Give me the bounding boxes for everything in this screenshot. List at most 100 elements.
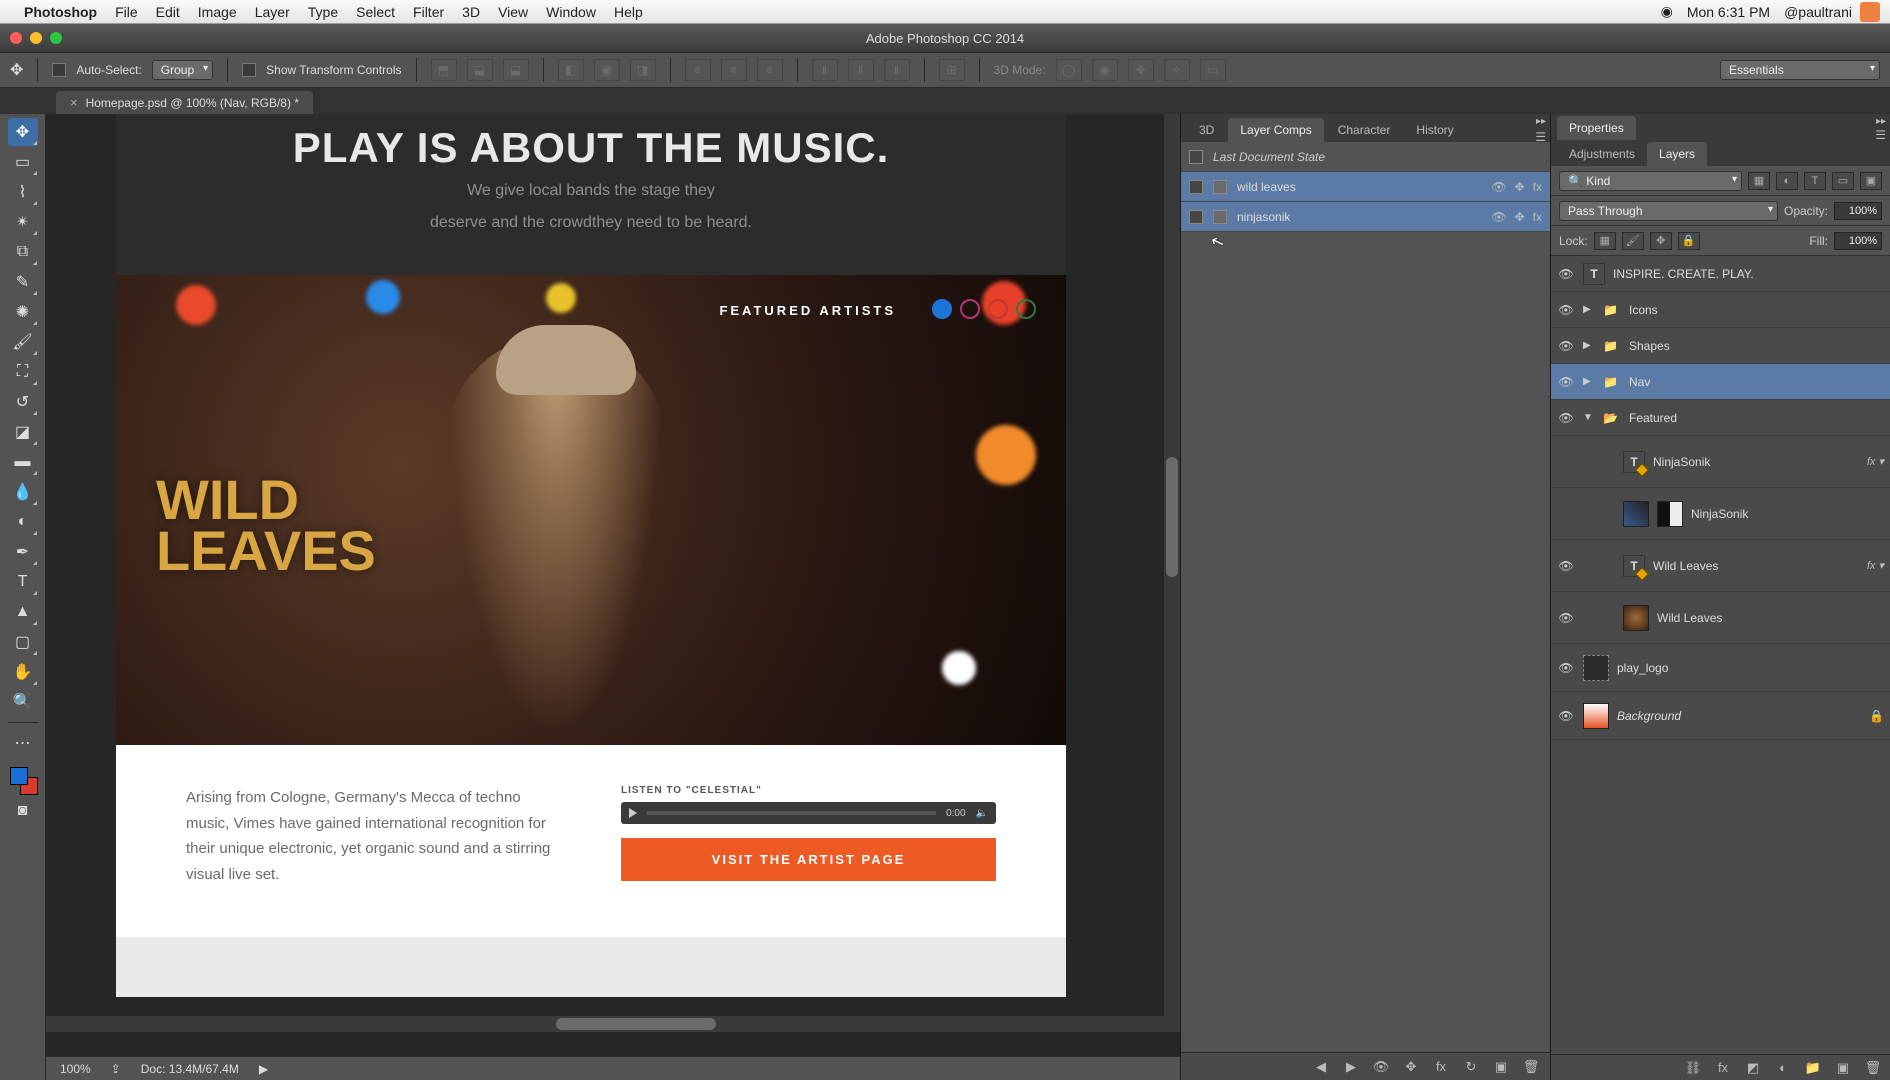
menu-edit[interactable]: Edit [156,4,180,20]
auto-select-mode-dropdown[interactable]: Group [152,60,213,80]
blur-tool[interactable]: 💧 [8,478,38,506]
group-disclosure-icon[interactable]: ▶ [1583,304,1595,315]
layer-comp-row[interactable]: wild leaves 👁✥fx [1181,172,1550,202]
hand-tool[interactable]: ✋ [8,658,38,686]
layer-style-icon[interactable]: fx [1714,1060,1732,1076]
artist-dot-3[interactable] [988,299,1008,319]
layer-row[interactable]: 👁 T Wild Leaves fx ▾ [1551,540,1890,592]
auto-select-checkbox[interactable] [52,63,66,77]
layer-comp-apply-checkbox[interactable] [1189,150,1203,164]
menubar-user[interactable]: @paultrani [1784,4,1852,20]
lasso-tool[interactable]: ⌇ [8,178,38,206]
audio-progress-track[interactable] [647,811,936,815]
layer-visibility-icon[interactable]: 👁 [1557,661,1575,675]
filter-pixel-icon[interactable]: ▦ [1748,172,1770,190]
lock-transparency-icon[interactable]: ▦ [1594,232,1616,250]
opacity-input[interactable] [1834,202,1882,220]
document-canvas[interactable]: PLAY IS ABOUT THE MUSIC. We give local b… [116,114,1066,997]
lock-pixels-icon[interactable]: 🖌 [1622,232,1644,250]
menu-window[interactable]: Window [546,4,596,20]
prev-comp-icon[interactable]: ◀ [1312,1059,1330,1075]
3d-roll-icon[interactable]: ◉ [1092,59,1118,81]
layer-row[interactable]: 👁 Wild Leaves [1551,592,1890,644]
canvas-horizontal-scrollbar[interactable] [46,1016,1180,1032]
panel-collapse-icon[interactable]: ▸▸ [1536,116,1546,127]
group-disclosure-icon[interactable]: ▶ [1583,376,1595,387]
menu-file[interactable]: File [115,4,138,20]
visit-artist-button[interactable]: VISIT THE ARTIST PAGE [621,838,996,881]
canvas-vertical-scrollbar[interactable] [1164,114,1180,1016]
layer-row[interactable]: 👁 T INSPIRE. CREATE. PLAY. [1551,256,1890,292]
update-position-icon[interactable]: ✥ [1402,1059,1420,1075]
add-mask-icon[interactable]: ◩ [1744,1060,1762,1076]
layer-fx-indicator[interactable]: fx ▾ [1867,455,1884,468]
panel-flyout-menu-icon[interactable]: ☰ [1875,128,1886,142]
panel-tab-layer-comps[interactable]: Layer Comps [1228,118,1323,142]
lock-position-icon[interactable]: ✥ [1650,232,1672,250]
layer-lock-icon[interactable]: 🔒 [1869,709,1884,723]
layer-row[interactable]: 👁 ▼ 📂 Featured [1551,400,1890,436]
align-vertical-centers-icon[interactable]: ⬓ [467,59,493,81]
menubar-avatar-icon[interactable] [1860,2,1880,22]
update-comp-icon[interactable]: ↻ [1462,1059,1480,1075]
new-adjustment-icon[interactable]: ◐ [1774,1060,1792,1076]
close-document-icon[interactable]: × [70,95,78,110]
lock-all-icon[interactable]: 🔒 [1678,232,1700,250]
move-tool[interactable]: ✥ [8,118,38,146]
align-right-edges-icon[interactable]: ◨ [630,59,656,81]
workspace-switcher-dropdown[interactable]: Essentials [1720,60,1880,80]
status-arrow-icon[interactable]: ▶ [259,1062,268,1076]
eyedropper-tool[interactable]: ✎ [8,268,38,296]
layer-row[interactable]: 👁 Background 🔒 [1551,692,1890,740]
zoom-tool[interactable]: 🔍 [8,688,38,716]
window-minimize-button[interactable] [30,32,42,44]
layer-visibility-icon[interactable]: 👁 [1557,375,1575,389]
auto-align-icon[interactable]: ⊞ [939,59,965,81]
group-disclosure-icon[interactable]: ▼ [1583,412,1595,423]
group-disclosure-icon[interactable]: ▶ [1583,340,1595,351]
window-zoom-button[interactable] [50,32,62,44]
layer-row[interactable]: 👁 ▶ 📁 Icons [1551,292,1890,328]
blend-mode-dropdown[interactable]: Pass Through [1559,201,1778,221]
layer-filter-type-dropdown[interactable]: 🔍 Kind [1559,171,1742,191]
app-name[interactable]: Photoshop [24,4,97,20]
new-group-icon[interactable]: 📁 [1804,1060,1822,1076]
quick-mask-icon[interactable]: ◙ [8,797,38,825]
menu-view[interactable]: View [498,4,528,20]
layer-row[interactable]: 👁 ▶ 📁 Nav [1551,364,1890,400]
panel-collapse-icon[interactable]: ▸▸ [1876,116,1886,127]
type-tool[interactable]: T [8,568,38,596]
eraser-tool[interactable]: ◪ [8,418,38,446]
history-brush-tool[interactable]: ↺ [8,388,38,416]
distribute-vcenter-icon[interactable]: ≡ [721,59,747,81]
gradient-tool[interactable]: ▬ [8,448,38,476]
layer-row[interactable]: T NinjaSonik fx ▾ [1551,436,1890,488]
layer-visibility-icon[interactable]: 👁 [1557,339,1575,353]
panel-tab-layers[interactable]: Layers [1647,142,1707,166]
3d-orbit-icon[interactable]: ◯ [1056,59,1082,81]
layer-comp-row[interactable]: ninjasonik 👁✥fx [1181,202,1550,232]
link-layers-icon[interactable]: ⛓ [1684,1060,1702,1076]
layer-visibility-icon[interactable]: 👁 [1557,611,1575,625]
layer-visibility-icon[interactable]: 👁 [1557,559,1575,573]
filter-type-icon[interactable]: T [1804,172,1826,190]
distribute-right-icon[interactable]: ‖ [884,59,910,81]
align-top-edges-icon[interactable]: ⬒ [431,59,457,81]
layer-visibility-icon[interactable]: 👁 [1557,267,1575,281]
path-selection-tool[interactable]: ▲ [8,598,38,626]
filter-shape-icon[interactable]: ▭ [1832,172,1854,190]
magic-wand-tool[interactable]: ✴ [8,208,38,236]
zoom-level[interactable]: 100% [60,1062,91,1076]
delete-layer-icon[interactable]: 🗑 [1864,1060,1882,1076]
doc-size-readout[interactable]: Doc: 13.4M/67.4M [141,1062,239,1076]
menu-layer[interactable]: Layer [255,4,290,20]
panel-tab-3d[interactable]: 3D [1187,118,1226,142]
menu-filter[interactable]: Filter [413,4,444,20]
pen-tool[interactable]: ✒ [8,538,38,566]
layer-visibility-icon[interactable]: 👁 [1557,411,1575,425]
rectangle-shape-tool[interactable]: ▢ [8,628,38,656]
distribute-top-icon[interactable]: ≡ [685,59,711,81]
filter-smart-icon[interactable]: ▣ [1860,172,1882,190]
menu-image[interactable]: Image [198,4,237,20]
3d-slide-icon[interactable]: ✧ [1164,59,1190,81]
